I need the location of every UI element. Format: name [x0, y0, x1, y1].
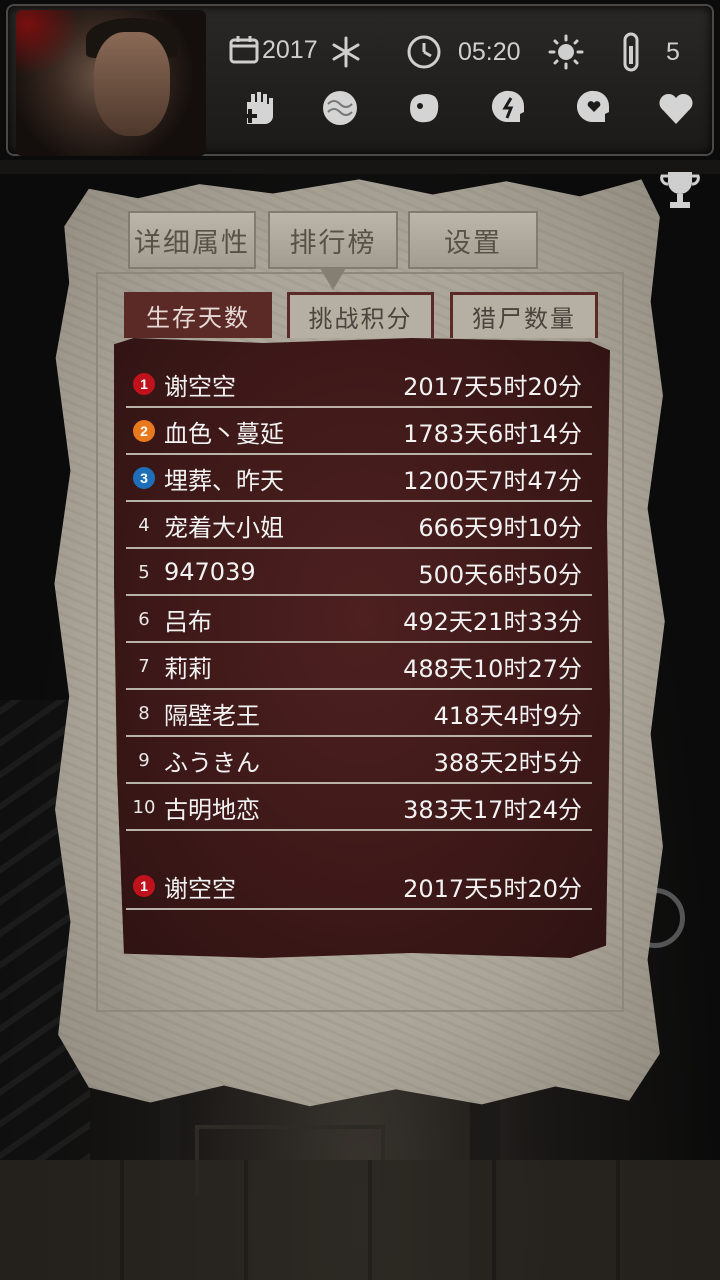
love-button[interactable] — [654, 86, 698, 130]
player-name: 血色丶蔓延 — [164, 419, 284, 448]
player-name: 古明地恋 — [164, 795, 260, 824]
calendar-icon — [229, 36, 259, 64]
player-name: 谢空空 — [164, 372, 236, 401]
rank-cell: 1 — [126, 875, 162, 897]
survival-time: 2017天5时20分 — [403, 874, 582, 903]
player-name: 隔壁老王 — [164, 701, 260, 730]
player-name: ふうきん — [164, 748, 260, 777]
survival-time: 666天9时10分 — [418, 513, 582, 542]
subtab-survival-days[interactable]: 生存天数 — [124, 292, 272, 338]
rank-number: 10 — [132, 796, 156, 818]
rank-cell: 2 — [126, 420, 162, 442]
subtab-challenge-score-label: 挑战积分 — [308, 305, 413, 333]
clock-icon — [407, 35, 441, 69]
weather-stat — [548, 34, 584, 70]
clock-stat: 05:20 — [406, 34, 521, 70]
season-stat — [330, 36, 362, 68]
gold-medal-icon: 1 — [133, 875, 155, 897]
subtab-challenge-score[interactable]: 挑战积分 — [287, 292, 434, 338]
clock-value: 05:20 — [458, 37, 521, 66]
active-tab-pointer — [320, 268, 346, 290]
ceiling-beam — [0, 160, 720, 174]
mood-button[interactable] — [572, 86, 616, 130]
tab-leaderboard[interactable]: 排行榜 — [268, 211, 398, 269]
player-name: 埋葬、昨天 — [164, 466, 284, 495]
rank-number: 6 — [138, 608, 150, 630]
status-actions — [232, 86, 702, 134]
survival-time: 492天21时33分 — [403, 607, 582, 636]
bronze-medal-icon: 3 — [133, 467, 155, 489]
rank-cell: 3 — [126, 467, 162, 489]
table-row[interactable]: 6 吕布 492天21时33分 — [126, 597, 592, 643]
avatar-face — [94, 32, 170, 136]
survival-time: 488天10时27分 — [403, 654, 582, 683]
survival-time: 1200天7时47分 — [403, 466, 582, 495]
gold-medal-icon: 1 — [133, 373, 155, 395]
survival-time: 2017天5时20分 — [403, 372, 582, 401]
rank-number: 8 — [138, 702, 150, 724]
energy-button[interactable] — [487, 86, 531, 130]
survival-time: 500天6时50分 — [418, 560, 582, 589]
player-avatar[interactable] — [16, 10, 206, 156]
player-name: 宠着大小姐 — [164, 513, 284, 542]
table-row[interactable]: 8 隔壁老王 418天4时9分 — [126, 691, 592, 737]
tab-settings-label: 设置 — [444, 227, 502, 259]
thermometer-icon — [623, 32, 639, 72]
trophy-button[interactable] — [658, 168, 702, 212]
rank-number: 7 — [138, 655, 150, 677]
tab-leaderboard-label: 排行榜 — [289, 227, 377, 259]
survival-time: 388天2时5分 — [433, 748, 582, 777]
year-stat: 2017 — [228, 34, 318, 66]
table-row[interactable]: 9 ふうきん 388天2时5分 — [126, 738, 592, 784]
player-name: 947039 — [164, 558, 256, 586]
hunger-button[interactable] — [402, 86, 446, 130]
subtab-survival-days-label: 生存天数 — [146, 303, 250, 332]
rank-number: 5 — [138, 561, 150, 583]
survival-time: 1783天6时14分 — [403, 419, 582, 448]
survival-time: 418天4时9分 — [433, 701, 582, 730]
temperature-value: 5 — [666, 37, 680, 66]
rank-number: 4 — [138, 514, 150, 536]
table-row[interactable]: 4 宠着大小姐 666天9时10分 — [126, 503, 592, 549]
sun-icon — [548, 34, 584, 70]
table-row[interactable]: 1 谢空空 2017天5时20分 — [126, 362, 592, 408]
player-name: 谢空空 — [164, 874, 236, 903]
table-row[interactable]: 5 947039 500天6时50分 — [126, 550, 592, 596]
floor — [0, 1160, 720, 1280]
year-value: 2017 — [262, 35, 318, 64]
tab-attributes-label: 详细属性 — [134, 227, 250, 259]
health-button[interactable] — [237, 86, 281, 130]
blood-splatter — [16, 10, 76, 80]
rank-cell: 1 — [126, 373, 162, 395]
trophy-icon — [660, 172, 700, 208]
brain-icon — [323, 91, 357, 125]
tab-settings[interactable]: 设置 — [408, 211, 538, 269]
stomach-icon — [410, 94, 439, 123]
health-hand-icon — [243, 92, 273, 124]
survival-time: 383天17时24分 — [403, 795, 582, 824]
table-row[interactable]: 7 莉莉 488天10时27分 — [126, 644, 592, 690]
snowflake-icon — [332, 36, 360, 68]
mood-head-icon — [576, 90, 609, 122]
silver-medal-icon: 2 — [133, 420, 155, 442]
rank-number: 9 — [138, 749, 150, 771]
table-row[interactable]: 2 血色丶蔓延 1783天6时14分 — [126, 409, 592, 455]
table-row[interactable]: 10 古明地恋 383天17时24分 — [126, 785, 592, 831]
temperature-stat: 5 — [620, 32, 680, 72]
heart-icon — [659, 93, 693, 124]
tab-attributes[interactable]: 详细属性 — [128, 211, 256, 269]
table-row[interactable]: 3 埋葬、昨天 1200天7时47分 — [126, 456, 592, 502]
subtab-zombie-kills-label: 猎尸数量 — [472, 305, 576, 333]
subtab-zombie-kills[interactable]: 猎尸数量 — [450, 292, 598, 338]
energy-head-icon — [491, 90, 524, 122]
player-name: 莉莉 — [164, 654, 212, 683]
sanity-button[interactable] — [318, 86, 362, 130]
my-rank-row[interactable]: 1 谢空空 2017天5时20分 — [126, 864, 592, 910]
player-name: 吕布 — [164, 607, 212, 636]
